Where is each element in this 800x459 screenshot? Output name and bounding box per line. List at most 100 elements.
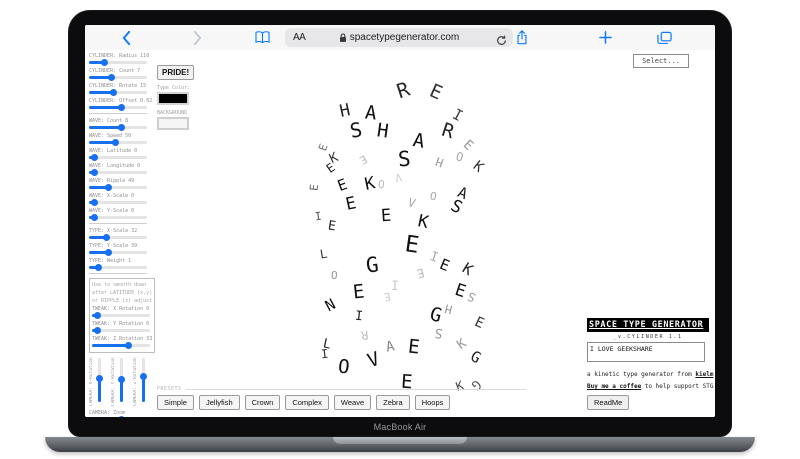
canvas-letter: E (416, 266, 426, 279)
camera-slider: CAMERA: Z-Rotation (135, 356, 148, 406)
macbook-frame: AA spacetypegenerator.com REHAISH (68, 10, 732, 437)
readme-button[interactable]: ReadMe (587, 395, 629, 410)
canvas-letter: O (337, 357, 350, 377)
slider-track[interactable] (89, 126, 147, 129)
reload-icon (496, 35, 507, 46)
background-color-swatch[interactable] (157, 117, 189, 130)
slider-handle[interactable] (105, 249, 112, 256)
canvas-letter: E (453, 282, 468, 301)
slider-handle[interactable] (125, 342, 132, 349)
slider-track[interactable] (89, 141, 147, 144)
preset-button[interactable]: Jellyfish (199, 395, 240, 410)
camera-slider-label: CAMERA: Z-Rotation (133, 356, 138, 406)
slider-track[interactable] (120, 358, 123, 402)
book-icon (255, 31, 270, 44)
slider-handle[interactable] (140, 373, 147, 380)
slider-handle[interactable] (94, 312, 101, 319)
canvas-letter: R (360, 329, 368, 342)
slider-label: WAVE: X-Scale 0 (89, 193, 153, 199)
slider-label: TWEAK: Y Rotation 0 (92, 321, 156, 327)
font-select[interactable]: Select... (633, 54, 689, 68)
slider-handle[interactable] (91, 199, 98, 206)
slider-handle[interactable] (103, 234, 110, 241)
canvas-letter: I (320, 348, 328, 361)
slider-handle[interactable] (105, 184, 112, 191)
tabs-button[interactable] (655, 25, 673, 50)
bookmarks-button[interactable] (253, 25, 271, 50)
slider-handle[interactable] (118, 376, 125, 383)
slider-handle[interactable] (91, 169, 98, 176)
slider-track[interactable] (89, 251, 147, 254)
preset-button[interactable]: Simple (157, 395, 194, 410)
slider-track[interactable] (89, 266, 147, 269)
kielm-link[interactable]: kielm (695, 371, 713, 378)
device-label: MacBook Air (68, 422, 732, 432)
pride-button[interactable]: PRIDE! (157, 65, 194, 80)
presets-label: PRESETS (157, 386, 182, 392)
slider-handle[interactable] (112, 139, 119, 146)
slider-handle[interactable] (96, 375, 103, 382)
slider-track[interactable] (89, 76, 147, 79)
canvas-letter: E (427, 81, 445, 103)
slider-track[interactable] (92, 314, 150, 317)
preset-button[interactable]: Complex (285, 395, 329, 410)
canvas-letter: R (394, 79, 412, 102)
new-tab-button[interactable] (597, 25, 613, 50)
slider-handle[interactable] (94, 327, 101, 334)
group-separator (89, 273, 147, 274)
slider-track[interactable] (92, 329, 150, 332)
back-button[interactable] (118, 25, 134, 50)
canvas-letter: I (354, 310, 363, 324)
preset-button[interactable]: Hoops (415, 395, 451, 410)
slider-track[interactable] (89, 106, 147, 109)
slider-label: WAVE: Speed 50 (89, 133, 153, 139)
slider-track[interactable] (89, 216, 147, 219)
slider-handle[interactable] (110, 89, 117, 96)
canvas-letter: K (455, 337, 469, 352)
canvas-letter: E (336, 177, 350, 194)
slider-track[interactable] (89, 236, 147, 239)
slider-handle[interactable] (118, 104, 125, 111)
slider-handle[interactable] (108, 74, 115, 81)
slider-row: TWEAK: Y Rotation 0 (92, 321, 152, 333)
slider-label: TYPE: Y-Scale 39 (89, 243, 153, 249)
canvas-letter: I (391, 280, 399, 293)
slider-track[interactable] (89, 91, 147, 94)
slider-label: WAVE: Longitude 0 (89, 163, 153, 169)
buy-coffee-link[interactable]: Buy me a coffee (587, 383, 641, 390)
preset-button[interactable]: Crown (245, 395, 281, 410)
preset-button[interactable]: Zebra (376, 395, 410, 410)
slider-track[interactable] (92, 344, 150, 347)
page-content: REHAISHRAEEKSEOHEKEKOVAEEVOSEKIEEGIEKLOE… (85, 50, 715, 417)
canvas-letter: S (434, 325, 444, 339)
slider-handle[interactable] (101, 59, 108, 66)
camera-slider: CAMERA: X-Rotation (91, 356, 104, 406)
type-color-swatch[interactable] (157, 92, 189, 105)
slider-handle[interactable] (118, 416, 125, 417)
address-bar[interactable]: AA spacetypegenerator.com (285, 28, 513, 47)
forward-button[interactable] (189, 25, 205, 50)
slider-track[interactable] (89, 61, 147, 64)
slider-handle[interactable] (118, 124, 125, 131)
preset-button[interactable]: Weave (334, 395, 371, 410)
canvas-letter: K (471, 159, 486, 175)
slider-handle[interactable] (91, 214, 98, 221)
canvas-letter: R (439, 121, 456, 143)
slider-handle[interactable] (95, 264, 102, 271)
slider-track[interactable] (89, 156, 147, 159)
canvas-letter: E (380, 208, 391, 226)
presets-section: PRESETS Simple Jellyfish Crown Complex Weave… (157, 386, 607, 410)
share-button[interactable] (513, 25, 531, 50)
slider-row: CYLINDER: Offset 0.62 (89, 98, 155, 110)
slider-track[interactable] (89, 201, 147, 204)
slider-track[interactable] (89, 186, 147, 189)
slider-label: CYLINDER: Count 7 (89, 68, 153, 74)
type-text-input[interactable]: I LOVE GEEKSHARE (587, 342, 705, 362)
slider-track[interactable] (98, 358, 101, 402)
slider-track[interactable] (89, 171, 147, 174)
slider-label: TYPE: X-Scale 32 (89, 228, 153, 234)
slider-handle[interactable] (91, 154, 98, 161)
canvas-letter: E (352, 282, 365, 302)
slider-track[interactable] (142, 358, 145, 402)
slider-row: WAVE: X-Scale 0 (89, 193, 155, 205)
